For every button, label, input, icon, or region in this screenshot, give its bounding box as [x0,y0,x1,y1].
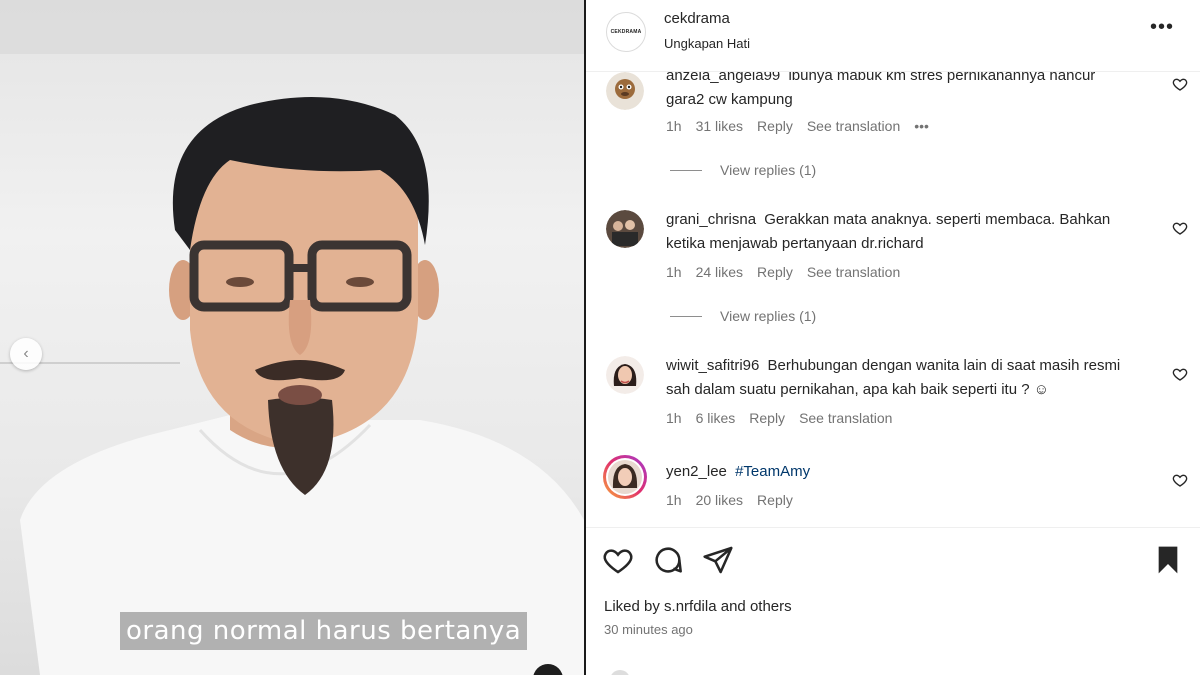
more-options-icon[interactable]: ••• [1150,16,1174,39]
send-icon[interactable] [702,544,734,576]
reply-button[interactable]: Reply [749,410,785,426]
liked-others-link[interactable]: others [750,598,792,615]
comment-likes[interactable]: 31 likes [696,118,743,134]
view-replies-label: View replies (1) [720,162,817,178]
comment-time: 1h [666,410,682,426]
see-translation-button[interactable]: See translation [807,118,900,134]
comment-text: yen2_lee #TeamAmy [666,460,1136,484]
bookmark-icon[interactable] [1152,544,1184,576]
comment-text: anzela_angela99 ibunya mabuk km stres pe… [666,72,1136,112]
reply-button[interactable]: Reply [757,264,793,280]
video-frame-person [20,97,584,675]
post-actions: Liked by s.nrfdila and others 30 minutes… [586,527,1200,675]
liked-user-link[interactable]: s.nrfdila [664,598,717,615]
liked-prefix: Liked by [604,598,660,615]
commenter-avatar[interactable] [606,72,644,110]
comment-heart-icon[interactable] [1172,76,1188,92]
comment-meta: 1h 31 likes Reply See translation ••• [666,118,929,134]
heart-icon[interactable] [602,544,634,576]
commenter-avatar[interactable] [602,454,648,500]
previous-arrow-button[interactable]: ‹ [10,338,42,370]
comment-meta: 1h 6 likes Reply See translation [666,410,892,426]
comment-meta: 1h 24 likes Reply See translation [666,264,900,280]
comment-time: 1h [666,118,682,134]
chevron-left-icon: ‹ [23,345,29,362]
avatar-image [606,72,644,110]
reply-line [670,315,702,317]
comment-hashtag[interactable]: #TeamAmy [735,463,810,480]
comment-username[interactable]: yen2_lee [666,463,727,480]
avatar-image [603,455,647,499]
avatar-image [606,356,644,394]
view-replies-label: View replies (1) [720,308,817,324]
reply-line [670,169,702,171]
comment-icon[interactable] [652,544,684,576]
author-username[interactable]: cekdrama [664,10,730,27]
comment-username[interactable]: anzela_angela99 [666,72,780,84]
post-panel: CEKDRAMA cekdrama Ungkapan Hati ••• anze… [586,0,1200,675]
view-replies-button[interactable]: View replies (1) [670,308,816,324]
comment-heart-icon[interactable] [1172,366,1188,382]
liked-and: and [720,598,746,615]
post-header: CEKDRAMA cekdrama Ungkapan Hati ••• [586,0,1200,72]
see-translation-button[interactable]: See translation [807,264,900,280]
comment-username[interactable]: wiwit_safitri96 [666,357,759,374]
comment-heart-icon[interactable] [1172,220,1188,236]
commenter-avatar[interactable] [606,210,644,248]
reply-button[interactable]: Reply [757,492,793,508]
avatar-image [606,210,644,248]
comment-time: 1h [666,492,682,508]
comment-likes[interactable]: 20 likes [696,492,743,508]
video-subtitle: orang normal harus bertanya [120,612,528,650]
commenter-avatar[interactable] [606,356,644,394]
see-translation-button[interactable]: See translation [799,410,892,426]
comment-likes[interactable]: 24 likes [696,264,743,280]
current-user-avatar [610,670,630,675]
post-media[interactable]: ‹ orang normal harus bertanya [0,0,584,675]
view-replies-button[interactable]: View replies (1) [670,162,816,178]
comment-likes[interactable]: 6 likes [696,410,736,426]
comment-time: 1h [666,264,682,280]
comment-text: grani_chrisna Gerakkan mata anaknya. sep… [666,208,1136,256]
comment-meta: 1h 20 likes Reply [666,492,793,508]
comments-list[interactable]: anzela_angela99 ibunya mabuk km stres pe… [586,72,1200,526]
author-avatar[interactable]: CEKDRAMA [606,12,646,52]
comment-heart-icon[interactable] [1172,472,1188,488]
comment-more-icon[interactable]: ••• [914,118,929,134]
comment-username[interactable]: grani_chrisna [666,211,756,228]
post-timestamp: 30 minutes ago [604,622,693,637]
post-location[interactable]: Ungkapan Hati [664,36,750,51]
avatar-logo-text: CEKDRAMA [610,29,642,35]
comment-text: wiwit_safitri96 Berhubungan dengan wanit… [666,354,1136,402]
reply-button[interactable]: Reply [757,118,793,134]
liked-by-text: Liked by s.nrfdila and others [604,598,792,615]
